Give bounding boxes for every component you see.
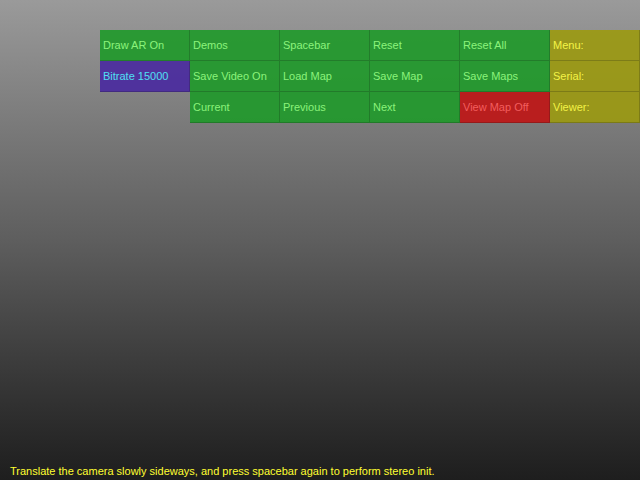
menu-button[interactable]: Reset All — [460, 30, 550, 61]
menu-label: Menu: — [550, 30, 640, 61]
menu-button[interactable]: Demos — [190, 30, 280, 61]
menu-label: Viewer: — [550, 92, 640, 123]
status-message: Translate the camera slowly sideways, an… — [10, 464, 636, 478]
menu-button[interactable]: Save Video On — [190, 61, 280, 92]
menu-row: Bitrate 15000Save Video OnLoad MapSave M… — [100, 61, 640, 92]
menu-button[interactable]: View Map Off — [460, 92, 550, 123]
menu-button[interactable]: Reset — [370, 30, 460, 61]
menu-button[interactable]: Current — [190, 92, 280, 123]
menu-button[interactable]: Load Map — [280, 61, 370, 92]
menu-empty-cell — [100, 92, 190, 123]
menu-button[interactable]: Save Maps — [460, 61, 550, 92]
menu-button[interactable]: Draw AR On — [100, 30, 190, 61]
menu-grid: Draw AR OnDemosSpacebarResetReset AllMen… — [100, 30, 640, 123]
menu-button[interactable]: Save Map — [370, 61, 460, 92]
menu-row: Draw AR OnDemosSpacebarResetReset AllMen… — [100, 30, 640, 61]
menu-button[interactable]: Spacebar — [280, 30, 370, 61]
menu-button[interactable]: Bitrate 15000 — [100, 61, 190, 92]
menu-button[interactable]: Next — [370, 92, 460, 123]
menu-label: Serial: — [550, 61, 640, 92]
menu-row: CurrentPreviousNextView Map OffViewer: — [100, 92, 640, 123]
menu-button[interactable]: Previous — [280, 92, 370, 123]
